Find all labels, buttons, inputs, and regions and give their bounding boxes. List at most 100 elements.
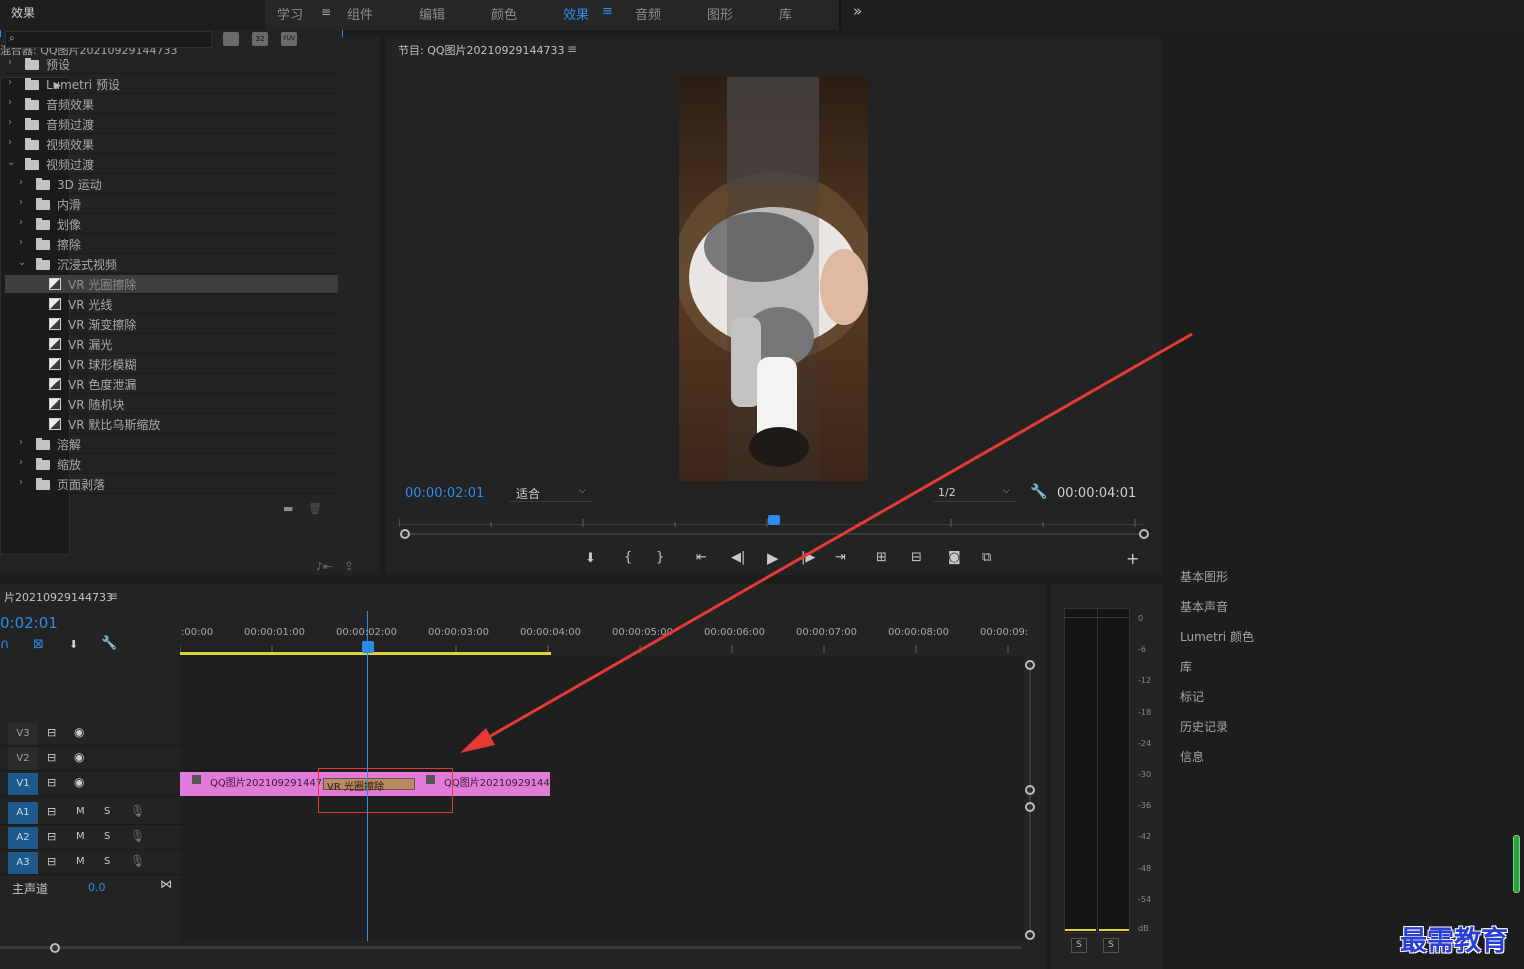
solo-button[interactable]: S [104, 806, 110, 817]
tab-libraries[interactable]: 库 [779, 4, 792, 23]
trash-icon[interactable]: 🗑 [308, 502, 322, 515]
chevron-right-icon[interactable]: › [8, 137, 12, 148]
add-marker-icon[interactable]: ⬇ [69, 638, 78, 651]
track-target-a3[interactable]: A3 [8, 852, 38, 874]
sync-lock-icon[interactable]: ⊟ [47, 751, 56, 764]
wrench-icon[interactable]: 🔧 [101, 636, 117, 651]
panel-info[interactable]: 信息 [1168, 741, 1510, 771]
tree-item-video-transitions[interactable]: ⌄ 视频过渡 [5, 155, 338, 174]
tree-item-page-peel[interactable]: › 页面剥落 [5, 475, 338, 494]
chevron-down-icon[interactable]: ⌄ [7, 157, 15, 168]
chevron-right-icon[interactable]: › [8, 77, 12, 88]
lift-icon[interactable]: ⊞ [876, 550, 887, 565]
tree-item-vr-iris-wipe[interactable]: VR 光圈擦除 [5, 275, 338, 294]
solo-left-button[interactable]: S [1071, 938, 1087, 953]
track-target-a2[interactable]: A2 [8, 827, 38, 849]
microphone-icon[interactable]: 🎙 [130, 804, 145, 818]
panel-lumetri-color[interactable]: Lumetri 颜色 [1168, 621, 1510, 651]
step-forward-icon[interactable]: |▶ [801, 550, 815, 565]
tree-item-vr-mobius-zoom[interactable]: VR 默比乌斯缩放 [5, 415, 338, 434]
tree-item-wipe[interactable]: › 擦除 [5, 235, 338, 254]
panel-menu-icon[interactable]: ≡ [567, 42, 577, 56]
mute-button[interactable]: M [76, 856, 85, 867]
tab-color[interactable]: 颜色 [491, 4, 517, 23]
add-button-icon[interactable]: + [1126, 549, 1139, 568]
tree-item-zoom[interactable]: › 缩放 [5, 455, 338, 474]
export-frame-icon[interactable]: ⇪ [344, 559, 354, 573]
export-audio-icon[interactable]: ♪⇤ [316, 560, 332, 573]
eye-icon[interactable]: ◉ [74, 750, 84, 764]
chevron-right-icon[interactable]: › [19, 197, 23, 208]
chevron-right-icon[interactable]: › [19, 477, 23, 488]
playhead-handle[interactable] [362, 641, 374, 653]
snap-icon[interactable]: ∩ [0, 637, 10, 652]
tree-item-vr-light-leaks[interactable]: VR 漏光 [5, 335, 338, 354]
zoom-scrollbar[interactable] [403, 533, 1141, 535]
panel-menu-icon[interactable]: ≡ [321, 5, 331, 19]
panel-essential-graphics[interactable]: 基本图形 [1168, 561, 1510, 591]
master-output-icon[interactable]: ⋈ [160, 877, 172, 891]
chevron-right-icon[interactable]: › [19, 457, 23, 468]
timeline-timecode[interactable]: 0:02:01 [0, 614, 58, 632]
microphone-icon[interactable]: 🎙 [130, 854, 145, 868]
32bit-effects-icon[interactable]: 32 [252, 32, 268, 46]
track-target-v3[interactable]: V3 [8, 723, 38, 745]
new-bin-icon[interactable]: ▬ [283, 502, 293, 515]
tab-assembly[interactable]: 组件 [347, 4, 373, 23]
chevron-right-icon[interactable]: › [19, 237, 23, 248]
scroll-handle-right[interactable] [1139, 529, 1149, 539]
linked-selection-icon[interactable]: ⊠ [33, 637, 44, 652]
chevron-right-icon[interactable]: › [19, 437, 23, 448]
panel-libraries[interactable]: 库 [1168, 651, 1510, 681]
chevron-right-icon[interactable]: › [19, 217, 23, 228]
mute-button[interactable]: M [76, 831, 85, 842]
tab-audio[interactable]: 音频 [635, 4, 661, 23]
horizontal-scrollbar[interactable] [0, 946, 1022, 949]
scroll-handle[interactable] [1025, 785, 1035, 795]
chevron-right-icon[interactable]: › [8, 97, 12, 108]
tree-item-vr-random-blocks[interactable]: VR 随机块 [5, 395, 338, 414]
microphone-icon[interactable]: 🎙 [130, 829, 145, 843]
tree-item-dissolve[interactable]: › 溶解 [5, 435, 338, 454]
sync-lock-icon[interactable]: ⊟ [47, 855, 56, 868]
tree-item-presets[interactable]: › 预设 [5, 55, 338, 74]
tab-effects[interactable]: 效果 [563, 4, 589, 23]
tree-item-3d-motion[interactable]: › 3D 运动 [5, 175, 338, 194]
track-target-v2[interactable]: V2 [8, 748, 38, 770]
camera-icon[interactable]: ◙ [948, 550, 961, 565]
resolution-select[interactable]: 1/2 ⌵ [933, 485, 1017, 502]
tab-graphics[interactable]: 图形 [707, 4, 733, 23]
vertical-scrollbar[interactable] [1029, 663, 1031, 935]
scroll-handle[interactable] [50, 943, 60, 953]
effects-search-input[interactable]: ⌕ [5, 31, 212, 48]
track-target-v1[interactable]: V1 [8, 773, 38, 795]
overflow-icon[interactable]: » [853, 2, 862, 20]
tree-item-audio-transitions[interactable]: › 音频过渡 [5, 115, 338, 134]
go-to-in-icon[interactable]: ⇤ [696, 550, 707, 565]
sync-lock-icon[interactable]: ⊟ [47, 805, 56, 818]
panel-markers[interactable]: 标记 [1168, 681, 1510, 711]
tree-item-vr-light-rays[interactable]: VR 光线 [5, 295, 338, 314]
sync-lock-icon[interactable]: ⊟ [47, 830, 56, 843]
tree-item-vr-spherical-blur[interactable]: VR 球形模糊 [5, 355, 338, 374]
chevron-right-icon[interactable]: › [8, 117, 12, 128]
tree-item-immersive-video[interactable]: ⌄ 沉浸式视频 [5, 255, 338, 274]
track-target-a1[interactable]: A1 [8, 802, 38, 824]
chevron-right-icon[interactable]: › [19, 177, 23, 188]
add-marker-icon[interactable]: ⬇ [585, 551, 596, 566]
chevron-right-icon[interactable]: › [8, 57, 12, 68]
tree-item-vr-chroma-leaks[interactable]: VR 色度泄漏 [5, 375, 338, 394]
mute-button[interactable]: M [76, 806, 85, 817]
sync-lock-icon[interactable]: ⊟ [47, 726, 56, 739]
side-scrollbar[interactable] [1513, 835, 1520, 893]
tab-effects-menu-icon[interactable]: ≡ [602, 4, 613, 19]
tab-learn[interactable]: 学习 [277, 4, 303, 23]
scroll-handle[interactable] [1025, 660, 1035, 670]
tree-item-iris[interactable]: › 划像 [5, 215, 338, 234]
scroll-handle[interactable] [1025, 930, 1035, 940]
solo-right-button[interactable]: S [1103, 938, 1119, 953]
extract-icon[interactable]: ⊟ [911, 550, 922, 565]
step-back-icon[interactable]: ◀| [731, 550, 745, 565]
mark-out-icon[interactable]: } [656, 550, 664, 565]
solo-button[interactable]: S [104, 856, 110, 867]
